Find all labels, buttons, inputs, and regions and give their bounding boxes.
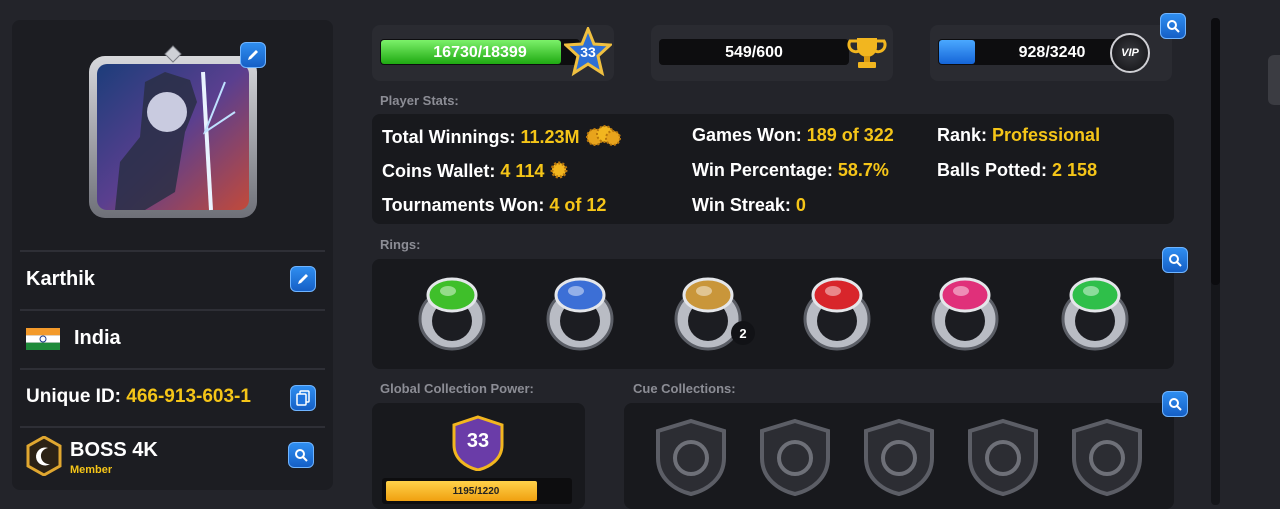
eiffel-tower-icon[interactable] xyxy=(966,418,1040,497)
xp-text: 16730/18399 xyxy=(433,44,527,61)
vip-search-button[interactable] xyxy=(1160,13,1186,39)
games-won-stat: Games Won: 189 of 322 xyxy=(692,125,894,146)
unique-id-row: Unique ID: 466-913-603-1 xyxy=(26,386,251,408)
green-gem-ring-icon[interactable] xyxy=(1058,275,1132,353)
club-badge-icon xyxy=(26,435,62,477)
xp-bar-box: 16730/18399 33 xyxy=(372,24,614,81)
balls-potted-label: Balls Potted: xyxy=(937,160,1048,180)
search-icon xyxy=(1169,398,1182,411)
avatar[interactable] xyxy=(85,42,261,222)
coins-stack-icon xyxy=(585,125,621,146)
rank-stat: Rank: Professional xyxy=(937,125,1100,146)
rank-label: Rank: xyxy=(937,125,988,145)
player-name: Karthik xyxy=(26,268,95,290)
scrollbar-thumb[interactable] xyxy=(1211,18,1220,285)
coins-wallet-label: Coins Wallet: xyxy=(382,161,496,181)
unique-id-label: Unique ID: xyxy=(26,386,121,407)
vip-bar-box: 928/3240 VIP xyxy=(930,25,1172,81)
rings-label: Rings: xyxy=(380,237,421,252)
trophy-text: 549/600 xyxy=(725,44,783,61)
club-search-button[interactable] xyxy=(288,442,314,468)
trophy-icon xyxy=(847,35,887,71)
tournaments-won-stat: Tournaments Won: 4 of 12 xyxy=(382,195,606,216)
total-winnings-stat: Total Winnings: 11.23M xyxy=(382,125,621,148)
vip-text: 928/3240 xyxy=(1018,44,1086,61)
cue-collections-label: Cue Collections: xyxy=(633,381,736,396)
coins-wallet-stat: Coins Wallet: 4 114 xyxy=(382,160,569,182)
balls-potted-value: 2 158 xyxy=(1052,160,1098,180)
win-streak-value: 0 xyxy=(795,195,806,215)
vip-badge-icon: VIP xyxy=(1110,33,1150,73)
win-percentage-label: Win Percentage: xyxy=(692,160,833,180)
tournaments-won-value: 4 of 12 xyxy=(549,195,607,215)
horseshoe-icon[interactable] xyxy=(654,418,728,497)
games-won-value: 189 of 322 xyxy=(806,125,894,145)
trophy-bar-box: 549/600 xyxy=(651,25,893,81)
search-icon xyxy=(1167,20,1180,33)
india-flag-icon xyxy=(26,328,60,350)
rings-search-button[interactable] xyxy=(1162,247,1188,273)
search-icon xyxy=(295,449,308,462)
divider xyxy=(20,309,325,311)
club-role: Member xyxy=(70,464,113,476)
ring-count-badge: 2 xyxy=(731,321,755,345)
power-level: 33 xyxy=(466,430,490,452)
silver-blue-ring-icon[interactable] xyxy=(543,275,617,353)
total-winnings-label: Total Winnings: xyxy=(382,127,516,147)
win-percentage-stat: Win Percentage: 58.7% xyxy=(692,160,889,181)
coin-icon xyxy=(550,161,568,179)
pencil-icon xyxy=(248,50,258,60)
edit-avatar-button[interactable] xyxy=(240,42,266,68)
divider xyxy=(20,368,325,370)
edit-name-button[interactable] xyxy=(290,266,316,292)
total-winnings-value: 11.23M xyxy=(520,127,580,147)
power-text: 1195/1220 xyxy=(452,486,500,497)
side-handle[interactable] xyxy=(1268,55,1280,105)
red-ring-icon[interactable] xyxy=(800,275,874,353)
divider xyxy=(20,250,325,252)
collection-power-label: Global Collection Power: xyxy=(380,381,534,396)
balls-potted-stat: Balls Potted: 2 158 xyxy=(937,160,1097,181)
rank-value: Professional xyxy=(992,125,1101,145)
copy-id-button[interactable] xyxy=(290,385,316,411)
win-streak-label: Win Streak: xyxy=(692,195,791,215)
coins-wallet-value: 4 114 xyxy=(500,161,545,181)
rings-panel xyxy=(372,259,1174,369)
win-percentage-value: 58.7% xyxy=(837,160,889,180)
search-icon xyxy=(1169,254,1182,267)
eight-ball-icon[interactable] xyxy=(862,418,936,497)
cue-search-button[interactable] xyxy=(1162,391,1188,417)
green-ring-icon[interactable] xyxy=(415,275,489,353)
divider xyxy=(20,426,325,428)
club-name[interactable]: BOSS 4K xyxy=(70,439,158,462)
win-streak-stat: Win Streak: 0 xyxy=(692,195,806,216)
diamond-icon[interactable] xyxy=(1070,418,1144,497)
country-name: India xyxy=(74,327,121,349)
games-won-label: Games Won: xyxy=(692,125,802,145)
copy-icon xyxy=(296,390,310,406)
player-stats-label: Player Stats: xyxy=(380,93,459,108)
unique-id-value: 466-913-603-1 xyxy=(126,386,251,407)
vip-bar-fill xyxy=(939,40,975,64)
tournaments-won-label: Tournaments Won: xyxy=(382,195,545,215)
level-number: 33 xyxy=(580,44,596,60)
pink-gold-ring-icon[interactable] xyxy=(928,275,1002,353)
firework-icon[interactable] xyxy=(758,418,832,497)
pencil-icon xyxy=(298,274,308,284)
